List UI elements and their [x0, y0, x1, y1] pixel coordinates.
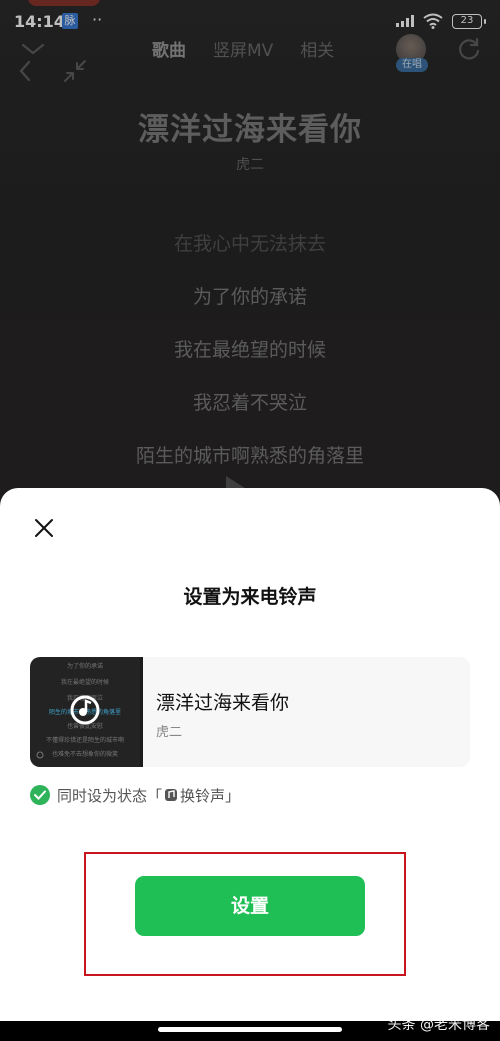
thumb-lyric: 不懂得珍惜还是陌生的城市啊 [45, 737, 124, 744]
close-icon[interactable] [32, 516, 56, 540]
card-song-title: 漂洋过海来看你 [156, 692, 290, 714]
sheet-title: 设置为来电铃声 [183, 586, 317, 608]
set-button[interactable]: 设置 [135, 876, 365, 936]
song-thumbnail: 为了你的承诺 我在最绝望的时候 我忍着不哭泣 陌生的城市啊熟悉的角落里 也曾彼此… [30, 657, 140, 767]
song-card: 为了你的承诺 我在最绝望的时候 我忍着不哭泣 陌生的城市啊熟悉的角落里 也曾彼此… [30, 657, 470, 767]
set-status-option[interactable]: 同时设为状态「 换铃声」 [30, 785, 240, 805]
thumb-lyric: 为了你的承诺 [66, 663, 103, 670]
modal-overlay[interactable] [0, 0, 500, 520]
thumb-lyric: 我在最绝望的时候 [60, 679, 109, 686]
thumbnail-divider [140, 657, 143, 767]
ringtone-sheet: 设置为来电铃声 为了你的承诺 我在最绝望的时候 我忍着不哭泣 陌生的城市啊熟悉的… [0, 488, 500, 1021]
thumb-lyric: 也难免不去想象你的微笑 [51, 751, 118, 758]
checkbox-label-start: 同时设为状态「 [57, 786, 163, 805]
status-ringtone-icon [165, 789, 178, 801]
checkbox-label: 同时设为状态「 换铃声」 [57, 785, 240, 806]
home-indicator[interactable] [158, 1027, 342, 1032]
music-app-logo-icon [70, 695, 100, 725]
music-player-background: 14:14 脉 ·· 23 歌曲 竖屏MV 相关 在唱 漂洋过海来看你 虎二 在… [0, 0, 500, 520]
card-song-artist: 虎二 [156, 725, 183, 740]
watermark: 头条 @老米博客 [387, 1017, 490, 1033]
checkbox-label-end: 换铃声」 [180, 786, 241, 805]
thumb-settings-icon [36, 751, 44, 759]
checkbox-checked-icon[interactable] [30, 785, 50, 805]
